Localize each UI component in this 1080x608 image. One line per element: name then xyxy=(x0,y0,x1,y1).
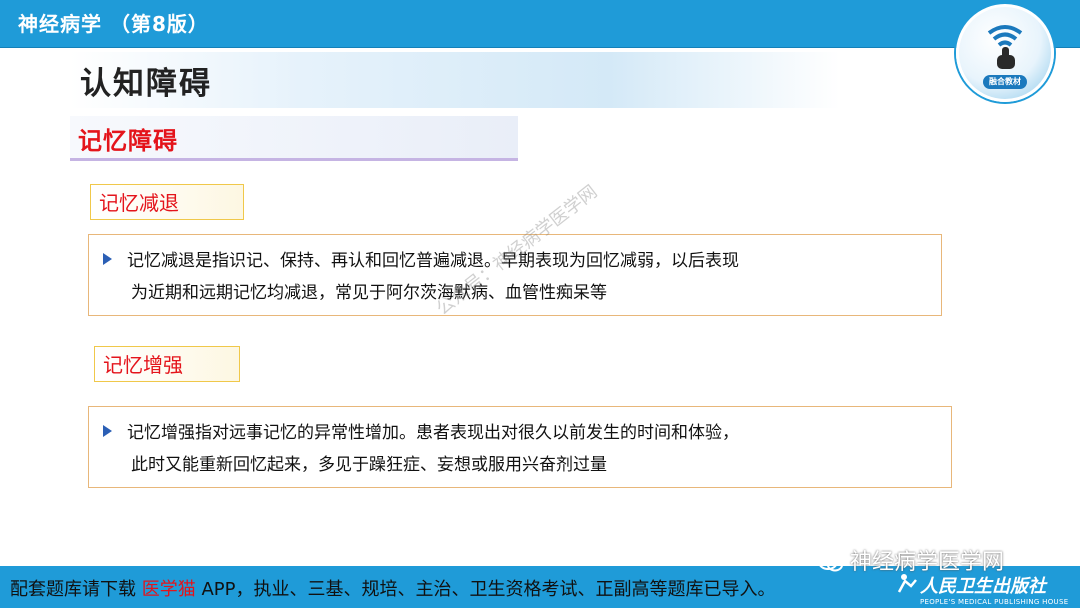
bullet-arrow-icon xyxy=(103,425,112,437)
wechat-icon xyxy=(818,554,843,572)
footer-text-after: APP，执业、三基、规培、主治、卫生资格考试、正副高等题库已导入。 xyxy=(195,579,776,600)
top-bar: 神经病学 （第8版） xyxy=(0,0,1080,48)
publisher-name-cn: 人民卫生出版社 xyxy=(920,576,1046,597)
bullet-arrow-icon xyxy=(103,253,112,265)
hand-tap-icon xyxy=(987,25,1023,69)
box-line: 此时又能重新回忆起来，多见于躁狂症、妄想或服用兴奋剂过量 xyxy=(131,455,607,475)
fusion-textbook-logo: 融合教材 xyxy=(956,4,1054,102)
slide-subtitle: 记忆障碍 xyxy=(78,127,178,155)
slide-title: 认知障碍 xyxy=(80,66,212,102)
app-name-highlight[interactable]: 医学猫 xyxy=(142,579,196,600)
footer-notice: 配套题库请下载 医学猫 APP，执业、三基、规培、主治、卫生资格考试、正副高等题… xyxy=(10,575,775,601)
book-title: 神经病学 （第8版） xyxy=(18,12,209,36)
box-line: 为近期和远期记忆均减退，常见于阿尔茨海默病、血管性痴呆等 xyxy=(131,283,607,303)
box-line: 记忆增强指对远事记忆的异常性增加。患者表现出对很久以前发生的时间和体验， xyxy=(127,423,739,443)
publisher-name-en: PEOPLE'S MEDICAL PUBLISHING HOUSE xyxy=(920,598,1069,606)
section-tag-memory-decline: 记忆减退 xyxy=(90,184,244,220)
publisher-logo: 人民卫生出版社 PEOPLE'S MEDICAL PUBLISHING HOUS… xyxy=(897,572,1069,606)
section-box-memory-enhancement: 记忆增强指对远事记忆的异常性增加。患者表现出对很久以前发生的时间和体验， 此时又… xyxy=(88,406,952,488)
logo-caption: 融合教材 xyxy=(983,75,1027,89)
section-tag-memory-enhancement: 记忆增强 xyxy=(94,346,240,382)
footer-text-before: 配套题库请下载 xyxy=(10,579,142,600)
publisher-figure-icon xyxy=(897,574,917,593)
